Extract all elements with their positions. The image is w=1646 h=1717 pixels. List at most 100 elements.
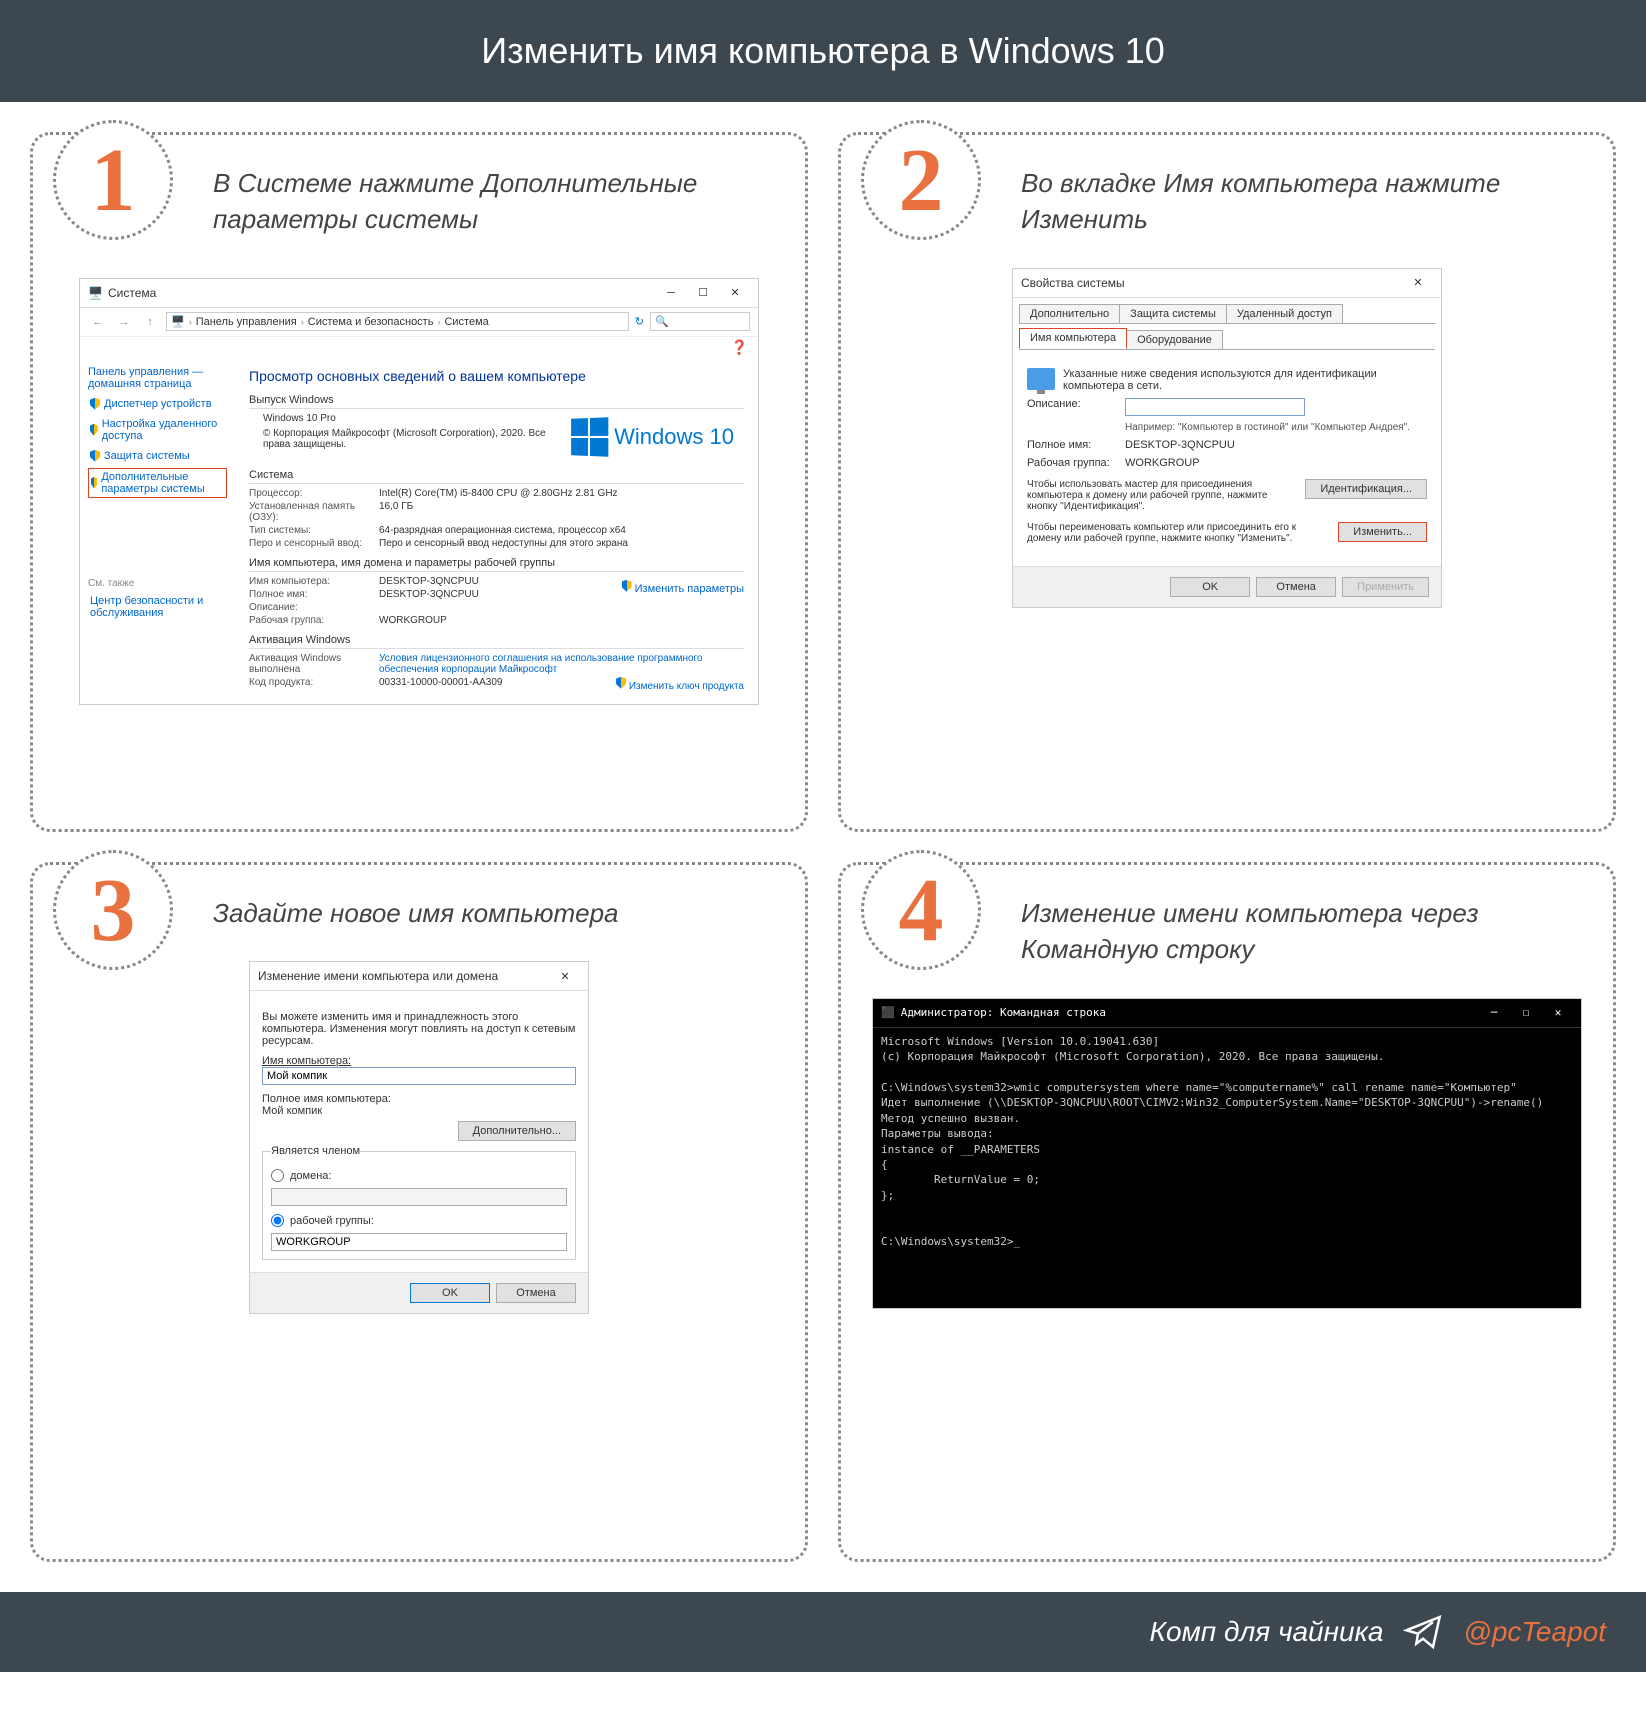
sys-row-label: Установленная память (ОЗУ): [249, 501, 379, 523]
description-input[interactable] [1125, 398, 1305, 416]
sys-row-value: DESKTOP-3QNCPUU [379, 576, 622, 587]
monitor-icon [1027, 368, 1055, 390]
tabs-row-2: Имя компьютера Оборудование [1019, 328, 1435, 350]
sidebar-device-manager[interactable]: Диспетчер устройств [88, 396, 227, 412]
maximize-button[interactable]: ☐ [688, 283, 718, 303]
shield-icon [90, 450, 100, 462]
domain-radio[interactable] [271, 1169, 284, 1182]
footer-handle[interactable]: @pcTeapot [1463, 1616, 1606, 1648]
step-1-panel: 1 В Системе нажмите Дополнительные парам… [30, 132, 808, 832]
step-1-title: В Системе нажмите Дополнительные парамет… [213, 165, 785, 238]
identification-button[interactable]: Идентификация... [1305, 479, 1427, 499]
minimize-button[interactable]: ─ [1479, 1003, 1509, 1023]
sidebar-remote[interactable]: Настройка удаленного доступа [88, 416, 227, 444]
sys-row-label: Процессор: [249, 488, 379, 499]
step-3-title: Задайте новое имя компьютера [213, 895, 785, 931]
close-button[interactable]: ✕ [1543, 1003, 1573, 1023]
see-also-label: См. также [88, 578, 227, 589]
windows10-logo: Windows 10 [570, 418, 734, 456]
back-button[interactable]: ← [88, 312, 108, 332]
step-2-title: Во вкладке Имя компьютера нажмите Измени… [1021, 165, 1593, 238]
forward-button[interactable]: → [114, 312, 134, 332]
tab-hardware[interactable]: Оборудование [1126, 330, 1223, 349]
step-2-panel: 2 Во вкладке Имя компьютера нажмите Изме… [838, 132, 1616, 832]
page-footer: Комп для чайника @pcTeapot [0, 1592, 1646, 1672]
workgroup-value: WORKGROUP [1125, 457, 1427, 469]
sidebar: Панель управления — домашняя страница Ди… [80, 358, 235, 704]
window-titlebar: ⬛ Администратор: Командная строка ─ ☐ ✕ [873, 999, 1581, 1028]
cancel-button[interactable]: Отмена [496, 1283, 576, 1303]
sys-row-value: 64-разрядная операционная система, проце… [379, 525, 744, 536]
help-icon[interactable]: ❓ [80, 337, 758, 358]
tab-advanced[interactable]: Дополнительно [1019, 304, 1120, 323]
shield-icon [616, 677, 626, 689]
close-button[interactable]: ✕ [1403, 273, 1433, 293]
workgroup-radio[interactable] [271, 1214, 284, 1227]
sys-row-label: Описание: [249, 602, 379, 613]
refresh-icon[interactable]: ↻ [635, 315, 644, 328]
cancel-button[interactable]: Отмена [1256, 577, 1336, 597]
description-label: Описание: [1027, 398, 1117, 410]
description-hint: Например: "Компьютер в гостиной" или "Ко… [1125, 422, 1427, 433]
computer-name-input[interactable] [262, 1067, 576, 1085]
tab-protection[interactable]: Защита системы [1119, 304, 1227, 323]
windows-release-section: Выпуск Windows [249, 394, 744, 409]
sidebar-home-link[interactable]: Панель управления — домашняя страница [88, 366, 227, 390]
page-title: Изменить имя компьютера в Windows 10 [0, 0, 1646, 102]
sys-row-value: WORKGROUP [379, 615, 744, 626]
cmd-output: Microsoft Windows [Version 10.0.19041.63… [873, 1028, 1581, 1308]
activation-status: Активация Windows выполнена [249, 653, 379, 675]
up-button[interactable]: ↑ [140, 312, 160, 332]
shield-icon [90, 398, 100, 410]
shield-icon [90, 424, 98, 436]
sys-row-label: Тип системы: [249, 525, 379, 536]
more-button[interactable]: Дополнительно... [458, 1121, 576, 1141]
system-section: Система [249, 469, 744, 484]
fullname-label: Полное имя компьютера: [262, 1093, 576, 1105]
ok-button[interactable]: OK [1170, 577, 1250, 597]
dialog-title: Свойства системы [1021, 276, 1125, 290]
sidebar-advanced-settings[interactable]: Дополнительные параметры системы [88, 468, 227, 498]
activation-section: Активация Windows [249, 634, 744, 649]
member-of-group: Является членом домена: рабочей группы: [262, 1145, 576, 1260]
computer-name-label: Имя компьютера: [262, 1055, 576, 1067]
sys-row-label: Рабочая группа: [249, 615, 379, 626]
ok-button[interactable]: OK [410, 1283, 490, 1303]
domain-radio-label: домена: [290, 1170, 331, 1182]
change-key-link[interactable]: Изменить ключ продукта [616, 677, 744, 692]
sys-row-value: DESKTOP-3QNCPUU [379, 589, 622, 600]
breadcrumb[interactable]: 🖥️› Панель управления› Система и безопас… [166, 312, 629, 331]
close-button[interactable]: ✕ [720, 283, 750, 303]
sidebar-security-center[interactable]: Центр безопасности и обслуживания [88, 593, 227, 621]
computer-name-section: Имя компьютера, имя домена и параметры р… [249, 557, 744, 572]
window-titlebar: 🖥️ Система ─ ☐ ✕ [80, 279, 758, 308]
license-link[interactable]: Условия лицензионного соглашения на испо… [379, 653, 744, 675]
steps-grid: 1 В Системе нажмите Дополнительные парам… [0, 102, 1646, 1592]
search-input[interactable]: 🔍 [650, 312, 750, 331]
change-button[interactable]: Изменить... [1338, 522, 1427, 542]
sys-row-value [379, 602, 744, 613]
tab-remote[interactable]: Удаленный доступ [1226, 304, 1343, 323]
step-number-badge: 4 [861, 850, 981, 970]
workgroup-input[interactable] [271, 1233, 567, 1251]
maximize-button[interactable]: ☐ [1511, 1003, 1541, 1023]
change-params-link[interactable]: Изменить параметры [622, 580, 744, 595]
tab-computer-name[interactable]: Имя компьютера [1019, 328, 1127, 349]
dialog-title: Изменение имени компьютера или домена [258, 969, 498, 983]
telegram-icon [1403, 1612, 1443, 1652]
step-4-panel: 4 Изменение имени компьютера через Коман… [838, 862, 1616, 1562]
shield-icon [91, 477, 97, 489]
workgroup-radio-label: рабочей группы: [290, 1215, 374, 1227]
main-heading: Просмотр основных сведений о вашем компь… [249, 368, 744, 384]
minimize-button[interactable]: ─ [656, 283, 686, 303]
fullname-value: DESKTOP-3QNCPUU [1125, 439, 1427, 451]
sidebar-protection[interactable]: Защита системы [88, 448, 227, 464]
apply-button[interactable]: Применить [1342, 577, 1429, 597]
tabs-row-1: Дополнительно Защита системы Удаленный д… [1019, 302, 1435, 324]
sys-row-label: Имя компьютера: [249, 576, 379, 587]
address-bar: ← → ↑ 🖥️› Панель управления› Система и б… [80, 308, 758, 337]
step-4-title: Изменение имени компьютера через Командн… [1021, 895, 1593, 968]
window-title: Администратор: Командная строка [901, 1006, 1106, 1019]
close-button[interactable]: ✕ [550, 966, 580, 986]
cmd-icon: ⬛ [881, 1006, 895, 1019]
